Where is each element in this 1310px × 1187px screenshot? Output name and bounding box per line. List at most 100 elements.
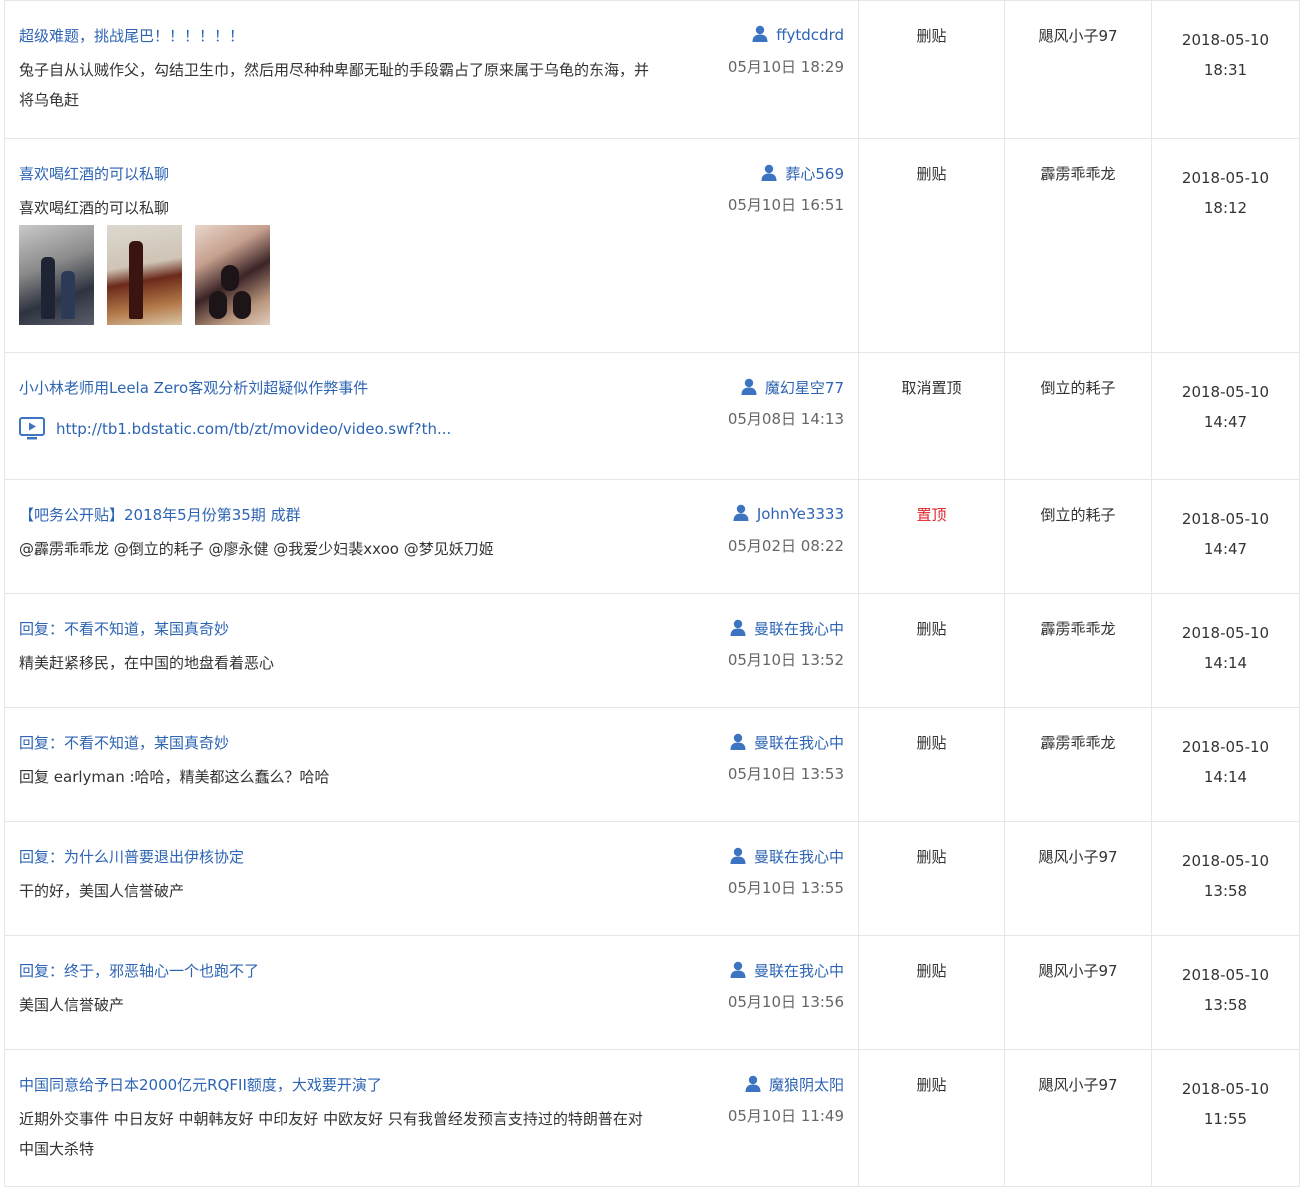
- operation-cell: 置顶: [858, 479, 1005, 594]
- post-cell: 超级难题，挑战尾巴！！！！！！ 兔子自从认贼作父，勾结卫生巾，然后用尽种种卑鄙无…: [4, 0, 859, 139]
- table-row: 回复：不看不知道，某国真奇妙 精美赶紧移民，在中国的地盘看着恶心 曼联在我心中 …: [4, 593, 1300, 708]
- post-title-link[interactable]: 回复：终于，邪恶轴心一个也跑不了: [19, 960, 259, 981]
- op-date: 2018-05-10: [1181, 1080, 1270, 1098]
- post-title-link[interactable]: 回复：不看不知道，某国真奇妙: [19, 618, 229, 639]
- op-time-cell: 2018-05-10 14:47: [1151, 352, 1300, 480]
- table-row: 小小林老师用Leela Zero客观分析刘超疑似作弊事件 http://tb1.…: [4, 352, 1300, 480]
- author-link[interactable]: 曼联在我心中: [730, 732, 844, 753]
- op-time: 14:14: [1203, 654, 1248, 672]
- user-icon: [752, 25, 768, 42]
- post-title-link[interactable]: 回复：为什么川普要退出伊核协定: [19, 846, 244, 867]
- post-title-link[interactable]: 小小林老师用Leela Zero客观分析刘超疑似作弊事件: [19, 377, 368, 398]
- author-link[interactable]: 曼联在我心中: [730, 960, 844, 981]
- op-time: 13:58: [1203, 996, 1248, 1014]
- post-time: 05月10日 16:51: [727, 196, 844, 214]
- post-cell: 中国同意给予日本2000亿元RQFII额度，大戏要开演了 近期外交事件 中日友好…: [4, 1049, 859, 1187]
- op-date: 2018-05-10: [1181, 966, 1270, 984]
- post-body: 兔子自从认贼作父，勾结卫生巾，然后用尽种种卑鄙无耻的手段霸占了原来属于乌龟的东海…: [19, 61, 650, 109]
- op-time-cell: 2018-05-10 11:55: [1151, 1049, 1300, 1187]
- post-time: 05月10日 13:56: [727, 993, 844, 1011]
- post-cell: 回复：不看不知道，某国真奇妙 精美赶紧移民，在中国的地盘看着恶心 曼联在我心中 …: [4, 593, 859, 708]
- post-title-link[interactable]: 【吧务公开贴】2018年5月份第35期 成群: [19, 504, 301, 525]
- post-title-link[interactable]: 回复：不看不知道，某国真奇妙: [19, 732, 229, 753]
- op-time: 14:47: [1203, 540, 1248, 558]
- post-body: @霹雳乖乖龙 @倒立的耗子 @廖永健 @我爱少妇裴xxoo @梦见妖刀姬: [19, 540, 494, 558]
- op-time-cell: 2018-05-10 14:14: [1151, 707, 1300, 822]
- author-link[interactable]: 魔狼阴太阳: [745, 1074, 844, 1095]
- user-icon: [741, 378, 757, 395]
- operation-label: 取消置顶: [901, 379, 962, 397]
- author-name: 曼联在我心中: [753, 848, 844, 866]
- operator-name: 霹雳乖乖龙: [1040, 620, 1116, 638]
- post-body: 精美赶紧移民，在中国的地盘看着恶心: [19, 654, 275, 672]
- operation-label: 删贴: [916, 962, 947, 980]
- wine-photo-thumbnail[interactable]: [107, 225, 182, 325]
- post-time: 05月10日 13:52: [727, 651, 844, 669]
- operation-label: 置顶: [916, 506, 947, 524]
- table-row: 超级难题，挑战尾巴！！！！！！ 兔子自从认贼作父，勾结卫生巾，然后用尽种种卑鄙无…: [4, 0, 1300, 139]
- operator-name: 倒立的耗子: [1040, 506, 1116, 524]
- user-icon: [733, 504, 749, 521]
- op-time: 18:31: [1203, 61, 1248, 79]
- post-time: 05月10日 13:55: [727, 879, 844, 897]
- author-link[interactable]: JohnYe3333: [733, 504, 844, 523]
- operator-cell: 霹雳乖乖龙: [1004, 707, 1152, 822]
- wine-photo-thumbnail[interactable]: [195, 225, 270, 325]
- operation-cell: 取消置顶: [858, 352, 1005, 480]
- operation-cell: 删贴: [858, 1049, 1005, 1187]
- op-date: 2018-05-10: [1181, 169, 1270, 187]
- post-time: 05月10日 13:53: [727, 765, 844, 783]
- author-link[interactable]: ffytdcdrd: [752, 25, 844, 44]
- operation-cell: 删贴: [858, 707, 1005, 822]
- operation-label: 删贴: [916, 27, 947, 45]
- post-time: 05月08日 14:13: [727, 410, 844, 428]
- post-cell: 【吧务公开贴】2018年5月份第35期 成群 @霹雳乖乖龙 @倒立的耗子 @廖永…: [4, 479, 859, 594]
- post-cell: 回复：为什么川普要退出伊核协定 干的好，美国人信誉破产 曼联在我心中 05月10…: [4, 821, 859, 936]
- op-time-cell: 2018-05-10 14:14: [1151, 593, 1300, 708]
- user-icon: [745, 1075, 761, 1092]
- op-date: 2018-05-10: [1181, 624, 1270, 642]
- op-time: 11:55: [1203, 1110, 1248, 1128]
- operator-name: 飓风小子97: [1038, 848, 1118, 866]
- op-date: 2018-05-10: [1181, 383, 1270, 401]
- post-cell: 回复：终于，邪恶轴心一个也跑不了 美国人信誉破产 曼联在我心中 05月10日 1…: [4, 935, 859, 1050]
- table-row: 喜欢喝红酒的可以私聊 喜欢喝红酒的可以私聊 葬心569 05月10日 16:51…: [4, 138, 1300, 353]
- post-title-link[interactable]: 中国同意给予日本2000亿元RQFII额度，大戏要开演了: [19, 1074, 382, 1095]
- table-row: 中国同意给予日本2000亿元RQFII额度，大戏要开演了 近期外交事件 中日友好…: [4, 1049, 1300, 1187]
- operator-name: 飓风小子97: [1038, 1076, 1118, 1094]
- author-link[interactable]: 曼联在我心中: [730, 618, 844, 639]
- video-link[interactable]: http://tb1.bdstatic.com/tb/zt/movideo/vi…: [56, 420, 451, 438]
- user-icon: [730, 733, 746, 750]
- author-name: 曼联在我心中: [753, 962, 844, 980]
- post-cell: 喜欢喝红酒的可以私聊 喜欢喝红酒的可以私聊 葬心569 05月10日 16:51: [4, 138, 859, 353]
- video-icon: [19, 417, 45, 440]
- user-icon: [730, 619, 746, 636]
- post-time: 05月10日 18:29: [727, 58, 844, 76]
- post-time: 05月02日 08:22: [727, 537, 844, 555]
- wine-photo-thumbnail[interactable]: [19, 225, 94, 325]
- operation-label: 删贴: [916, 620, 947, 638]
- table-row: 回复：为什么川普要退出伊核协定 干的好，美国人信誉破产 曼联在我心中 05月10…: [4, 821, 1300, 936]
- op-time-cell: 2018-05-10 13:58: [1151, 821, 1300, 936]
- operator-cell: 飓风小子97: [1004, 935, 1152, 1050]
- operation-cell: 删贴: [858, 821, 1005, 936]
- user-icon: [730, 961, 746, 978]
- author-name: JohnYe3333: [756, 505, 844, 523]
- user-icon: [761, 164, 777, 181]
- operator-name: 霹雳乖乖龙: [1040, 734, 1116, 752]
- operator-cell: 倒立的耗子: [1004, 352, 1152, 480]
- author-name: 魔狼阴太阳: [768, 1076, 844, 1094]
- operation-cell: 删贴: [858, 935, 1005, 1050]
- op-date: 2018-05-10: [1181, 31, 1270, 49]
- author-name: 魔幻星空77: [764, 379, 844, 397]
- author-name: 葬心569: [785, 165, 844, 183]
- post-title-link[interactable]: 超级难题，挑战尾巴！！！！！！: [19, 25, 244, 46]
- author-link[interactable]: 曼联在我心中: [730, 846, 844, 867]
- post-title-link[interactable]: 喜欢喝红酒的可以私聊: [19, 163, 169, 184]
- op-time: 13:58: [1203, 882, 1248, 900]
- op-date: 2018-05-10: [1181, 510, 1270, 528]
- author-link[interactable]: 葬心569: [761, 163, 844, 184]
- author-link[interactable]: 魔幻星空77: [741, 377, 844, 398]
- operation-label: 删贴: [916, 848, 947, 866]
- operation-label: 删贴: [916, 734, 947, 752]
